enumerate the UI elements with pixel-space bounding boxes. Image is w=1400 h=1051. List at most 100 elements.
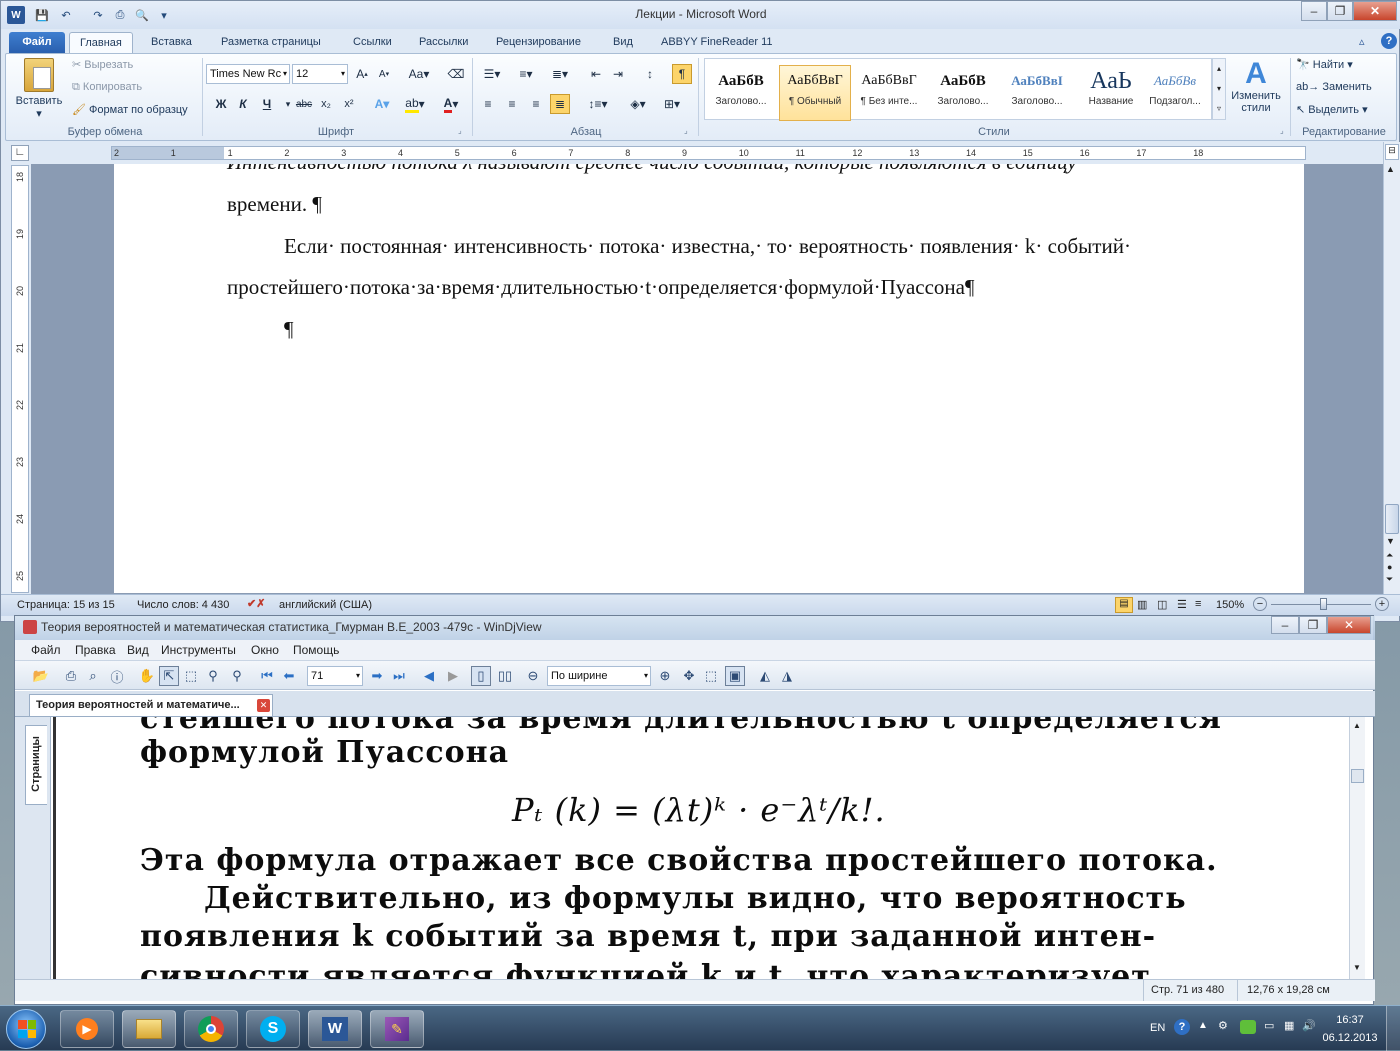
grow-font-icon[interactable]: A ▴	[352, 64, 372, 84]
web-layout-icon[interactable]: ◫	[1157, 598, 1167, 611]
borders-icon[interactable]: ⊞▾	[658, 94, 686, 114]
taskbar-windjview[interactable]: ✎	[370, 1010, 424, 1048]
style-title[interactable]: АаЬ Название	[1075, 65, 1147, 121]
page-number-combo[interactable]: 71 ▾	[307, 666, 363, 686]
outline-icon[interactable]: ☰	[1177, 598, 1187, 611]
font-color-icon[interactable]: A ▾	[438, 94, 464, 114]
clear-formatting-icon[interactable]: ⌫	[446, 64, 466, 84]
styles-scroll[interactable]: ▴ ▾ ▿	[1212, 58, 1226, 120]
next-page-icon[interactable]: ⏷	[1386, 574, 1393, 585]
bullets-icon[interactable]: ☰▾	[478, 64, 506, 84]
taskbar-word[interactable]: W	[308, 1010, 362, 1048]
info-icon[interactable]: ⓘ	[107, 666, 127, 686]
style-subtitle[interactable]: АаБбВв Подзагол...	[1139, 65, 1211, 121]
horizontal-ruler[interactable]: ∟ 2 1 1 2 3 4 5 6 7 8 9 10 11 12 13 14 15 16 17 18	[1, 142, 1400, 164]
print-layout-icon[interactable]: ▤	[1115, 597, 1133, 613]
underline-icon[interactable]: Ч	[257, 94, 277, 114]
tab-page-layout[interactable]: Разметка страницы	[211, 32, 331, 53]
style-heading1[interactable]: АаБбВ Заголово...	[705, 65, 777, 121]
proofing-icon[interactable]: ✔✗	[247, 597, 265, 610]
tab-selector-icon[interactable]: ∟	[11, 145, 29, 161]
superscript-icon[interactable]: x²	[339, 94, 359, 114]
document-page[interactable]: Интенсивностью потока λ называют среднее…	[114, 164, 1304, 593]
prev-page-icon[interactable]: ⬅	[279, 666, 299, 686]
tab-home[interactable]: Главная	[69, 32, 133, 53]
taskbar-explorer[interactable]	[122, 1010, 176, 1048]
tray-expand-icon[interactable]: ▲	[1198, 1020, 1208, 1031]
tab-mailings[interactable]: Рассылки	[409, 32, 478, 53]
pages-sidebar-tab[interactable]: Страницы	[25, 725, 47, 805]
taskbar-media-player[interactable]: ▶	[60, 1010, 114, 1048]
scroll-up-icon[interactable]: ▲	[1386, 164, 1395, 174]
show-desktop-button[interactable]	[1386, 1006, 1400, 1051]
style-no-spacing[interactable]: АаБбВвГ ¶ Без инте...	[853, 65, 925, 121]
djview-close-button[interactable]: ✕	[1327, 616, 1371, 634]
two-page-icon[interactable]: ▯▯	[495, 666, 515, 686]
first-page-icon[interactable]: ⏮	[257, 666, 277, 686]
find-icon[interactable]: ⌕	[83, 666, 103, 686]
cut-button[interactable]: ✂ Вырезать	[72, 58, 133, 71]
zoom-in-icon[interactable]: ⊕	[655, 666, 675, 686]
tab-file[interactable]: Файл	[9, 32, 65, 53]
close-tab-icon[interactable]: ✕	[257, 699, 270, 712]
dialog-launcher-icon[interactable]: ⌟	[458, 126, 462, 135]
display-icon[interactable]: ▭	[1264, 1019, 1274, 1032]
menu-help[interactable]: Помощь	[293, 643, 339, 657]
rotate-left-icon[interactable]: ◭	[755, 666, 775, 686]
rect-select-icon[interactable]: ⬚	[181, 666, 201, 686]
scroll-thumb[interactable]	[1351, 769, 1364, 783]
replace-button[interactable]: ab→ Заменить	[1296, 81, 1372, 93]
tab-review[interactable]: Рецензирование	[486, 32, 591, 53]
dialog-launcher-icon[interactable]: ⌟	[684, 126, 688, 135]
back-icon[interactable]: ◀	[419, 666, 439, 686]
font-name-combo[interactable]: Times New Rc ▾	[206, 64, 290, 84]
single-page-icon[interactable]: ▯	[471, 666, 491, 686]
fit-page-icon[interactable]: ⬚	[701, 666, 721, 686]
font-size-combo[interactable]: 12 ▾	[292, 64, 348, 84]
zoom-tool-icon[interactable]: ⚲	[203, 666, 223, 686]
strikethrough-icon[interactable]: abc	[292, 94, 316, 114]
sort-icon[interactable]: ↕	[640, 64, 660, 84]
print-icon[interactable]: ⎙	[61, 666, 81, 686]
tray-app-icon[interactable]: ⚙	[1218, 1019, 1228, 1032]
align-center-icon[interactable]: ≡	[502, 94, 522, 114]
chevron-up-icon[interactable]: ▴	[1213, 59, 1225, 79]
help-icon[interactable]: ?	[1174, 1019, 1190, 1035]
hand-tool-icon[interactable]: ✋	[137, 666, 157, 686]
zoom-slider-thumb[interactable]	[1320, 598, 1327, 610]
line-spacing-icon[interactable]: ↕≡▾	[584, 94, 612, 114]
style-heading3[interactable]: АаБбВвІ Заголово...	[1001, 65, 1073, 121]
tab-insert[interactable]: Вставка	[141, 32, 202, 53]
zoom-mode-combo[interactable]: По ширине ▾	[547, 666, 651, 686]
forward-icon[interactable]: ▶	[443, 666, 463, 686]
justify-icon[interactable]: ≣	[550, 94, 570, 114]
scroll-thumb[interactable]	[1385, 504, 1399, 534]
select-tool-icon[interactable]: ⇱	[159, 666, 179, 686]
numbering-icon[interactable]: ≡▾	[512, 64, 540, 84]
tab-references[interactable]: Ссылки	[343, 32, 402, 53]
clock-time[interactable]: 16:37	[1330, 1014, 1370, 1026]
change-case-icon[interactable]: Aa▾	[406, 64, 432, 84]
full-screen-icon[interactable]: ▥	[1137, 598, 1147, 611]
text-effects-icon[interactable]: A▾	[372, 94, 392, 114]
page-counter[interactable]: Страница: 15 из 15	[17, 599, 115, 611]
show-marks-icon[interactable]: ¶	[672, 64, 692, 84]
zoom-level[interactable]: 150%	[1216, 599, 1244, 611]
select-button[interactable]: ↖ Выделить ▾	[1296, 103, 1368, 116]
minimize-button[interactable]: –	[1301, 1, 1327, 21]
multilevel-list-icon[interactable]: ≣▾	[546, 64, 574, 84]
open-icon[interactable]: 📂	[31, 666, 51, 686]
chevron-down-icon[interactable]: ▾	[1213, 79, 1225, 99]
taskbar-chrome[interactable]	[184, 1010, 238, 1048]
highlight-icon[interactable]: ab ▾	[402, 94, 428, 114]
dialog-launcher-icon[interactable]: ⌟	[1280, 126, 1284, 135]
maximize-button[interactable]: ❐	[1327, 1, 1353, 21]
next-page-icon[interactable]: ➡	[367, 666, 387, 686]
rotate-right-icon[interactable]: ◮	[777, 666, 797, 686]
antivirus-icon[interactable]	[1240, 1020, 1256, 1034]
zoom-out-icon[interactable]: ⊖	[523, 666, 543, 686]
zoom-rect-icon[interactable]: ⚲	[227, 666, 247, 686]
style-normal[interactable]: АаБбВвГ ¶ Обычный	[779, 65, 851, 121]
menu-tools[interactable]: Инструменты	[161, 643, 236, 657]
align-left-icon[interactable]: ≡	[478, 94, 498, 114]
